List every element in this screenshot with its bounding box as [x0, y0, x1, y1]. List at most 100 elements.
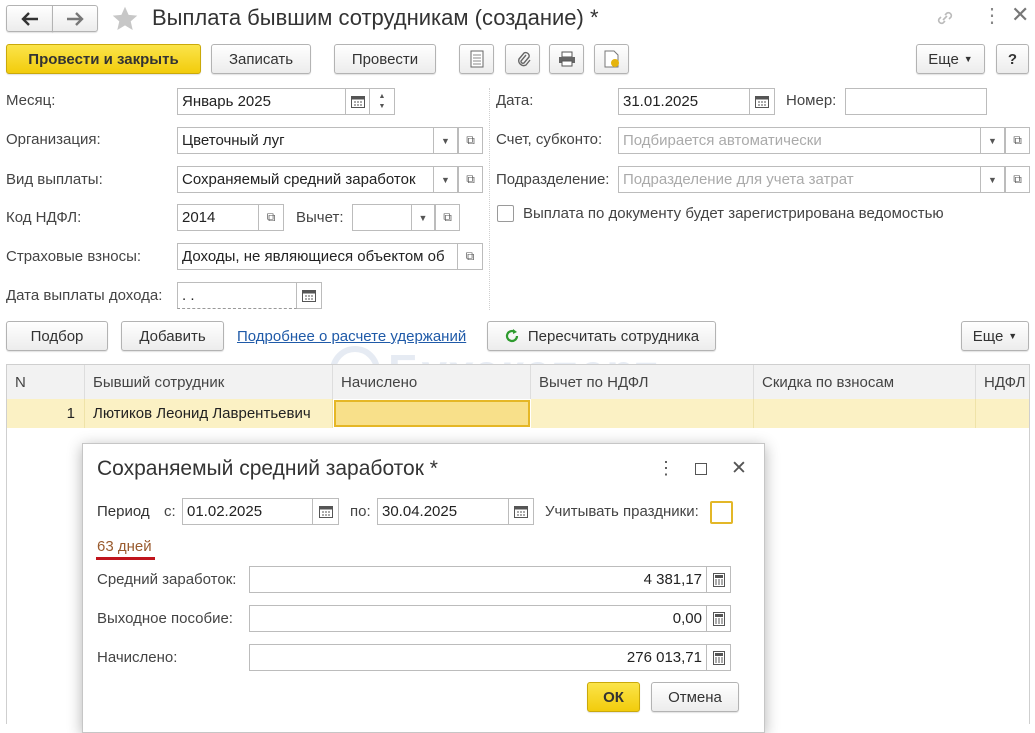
report-button[interactable]: [594, 44, 629, 74]
print-button[interactable]: [549, 44, 584, 74]
days-underline: [96, 557, 155, 560]
journal-icon: [470, 50, 483, 68]
severance-label: Выходное пособие:: [97, 610, 233, 627]
accrued-calculator-button[interactable]: [707, 644, 731, 671]
star-icon[interactable]: [110, 5, 140, 33]
statement-checkbox[interactable]: [497, 205, 514, 222]
account-open-button[interactable]: ⧉: [1005, 127, 1030, 154]
number-field[interactable]: [845, 88, 987, 115]
date-field[interactable]: 31.01.2025: [618, 88, 750, 115]
paydate-field[interactable]: . .: [177, 282, 297, 309]
dept-label: Подразделение:: [496, 171, 610, 188]
maximize-icon[interactable]: [695, 463, 707, 475]
column-divider: [489, 88, 490, 310]
table-row-number[interactable]: 1: [7, 399, 85, 428]
deduction-dropdown-button[interactable]: ▼: [412, 204, 435, 231]
open-form-icon: ⧉: [1013, 133, 1022, 147]
org-dropdown-button[interactable]: ▼: [434, 127, 458, 154]
journal-button[interactable]: [459, 44, 494, 74]
post-button[interactable]: Провести: [334, 44, 436, 74]
ndfl-open-button[interactable]: ⧉: [259, 204, 284, 231]
ndfl-label: Код НДФЛ:: [6, 209, 82, 226]
deduction-field[interactable]: [352, 204, 412, 231]
severance-calculator-button[interactable]: [707, 605, 731, 632]
month-label: Месяц:: [6, 92, 56, 109]
pick-button[interactable]: Подбор: [6, 321, 108, 351]
period-to-label: по:: [350, 503, 371, 520]
paytype-label: Вид выплаты:: [6, 171, 103, 188]
back-button[interactable]: [6, 5, 53, 32]
table-row-discount[interactable]: [754, 399, 976, 428]
insurance-label: Страховые взносы:: [6, 248, 142, 265]
severance-field[interactable]: 0,00: [249, 605, 707, 632]
forward-button[interactable]: [52, 5, 98, 32]
deduction-open-button[interactable]: ⧉: [435, 204, 460, 231]
holidays-checkbox[interactable]: [710, 501, 733, 524]
month-calendar-button[interactable]: [346, 88, 370, 115]
table-row-employee[interactable]: Лютиков Леонид Лаврентьевич: [85, 399, 333, 428]
account-field[interactable]: Подбирается автоматически: [618, 127, 981, 154]
column-header-employee[interactable]: Бывший сотрудник: [85, 365, 333, 399]
period-to-field[interactable]: 30.04.2025: [377, 498, 509, 525]
month-field[interactable]: Январь 2025: [177, 88, 346, 115]
calculator-icon: [712, 611, 725, 626]
window-menu-icon[interactable]: ⋮: [982, 3, 1002, 28]
dialog-menu-icon[interactable]: ⋮: [657, 458, 675, 479]
org-open-button[interactable]: ⧉: [458, 127, 483, 154]
column-header-n[interactable]: N: [7, 365, 85, 399]
open-form-icon: ⧉: [466, 172, 475, 186]
table-more-button[interactable]: Еще ▼: [961, 321, 1029, 351]
more-button[interactable]: Еще ▼: [916, 44, 985, 74]
table-row-deduction[interactable]: [531, 399, 754, 428]
avg-calculator-button[interactable]: [707, 566, 731, 593]
column-header-deduction[interactable]: Вычет по НДФЛ: [531, 365, 754, 399]
add-button[interactable]: Добавить: [121, 321, 224, 351]
dialog-title: Сохраняемый средний заработок *: [97, 457, 438, 480]
period-to-calendar-button[interactable]: [509, 498, 534, 525]
period-from-field[interactable]: 01.02.2025: [182, 498, 313, 525]
post-and-close-button[interactable]: Провести и закрыть: [6, 44, 201, 74]
dialog-close-icon[interactable]: ✕: [731, 457, 747, 480]
avg-earnings-label: Средний заработок:: [97, 571, 237, 588]
paytype-open-button[interactable]: ⧉: [458, 166, 483, 193]
calendar-icon: [302, 290, 316, 302]
insurance-field[interactable]: Доходы, не являющиеся объектом об: [177, 243, 458, 270]
dialog-accrued-field[interactable]: 276 013,71: [249, 644, 707, 671]
holidays-label: Учитывать праздники:: [545, 503, 699, 520]
ok-button[interactable]: ОК: [587, 682, 640, 712]
window-title: Выплата бывшим сотрудникам (создание) *: [152, 5, 599, 30]
column-header-accrued[interactable]: Начислено: [333, 365, 531, 399]
column-header-discount[interactable]: Скидка по взносам: [754, 365, 976, 399]
report-icon: [604, 50, 619, 68]
table-row-accrued[interactable]: [334, 400, 530, 427]
org-label: Организация:: [6, 131, 101, 148]
month-spinner[interactable]: ▲ ▼: [370, 88, 395, 115]
deduction-label: Вычет:: [296, 209, 344, 226]
insurance-open-button[interactable]: ⧉: [458, 243, 483, 270]
ndfl-code-field[interactable]: 2014: [177, 204, 259, 231]
account-dropdown-button[interactable]: ▼: [981, 127, 1005, 154]
org-field[interactable]: Цветочный луг: [177, 127, 434, 154]
dialog-accrued-label: Начислено:: [97, 649, 178, 666]
dept-open-button[interactable]: ⧉: [1005, 166, 1030, 193]
calendar-icon: [755, 96, 769, 108]
attach-button[interactable]: [505, 44, 540, 74]
cancel-button[interactable]: Отмена: [651, 682, 739, 712]
period-from-calendar-button[interactable]: [313, 498, 339, 525]
dept-field[interactable]: Подразделение для учета затрат: [618, 166, 981, 193]
paydate-calendar-button[interactable]: [297, 282, 322, 309]
link-icon[interactable]: [935, 8, 955, 28]
days-count: 63 дней: [97, 538, 152, 555]
help-button[interactable]: ?: [996, 44, 1029, 74]
paytype-field[interactable]: Сохраняемый средний заработок: [177, 166, 434, 193]
paytype-dropdown-button[interactable]: ▼: [434, 166, 458, 193]
open-form-icon: ⧉: [1013, 172, 1022, 186]
calculator-icon: [712, 650, 725, 665]
dept-dropdown-button[interactable]: ▼: [981, 166, 1005, 193]
column-header-ndfl[interactable]: НДФЛ: [976, 365, 1029, 399]
table-row-ndfl[interactable]: [976, 399, 1029, 428]
date-calendar-button[interactable]: [750, 88, 775, 115]
save-button[interactable]: Записать: [211, 44, 311, 74]
close-icon[interactable]: ✕: [1011, 2, 1029, 28]
avg-earnings-field[interactable]: 4 381,17: [249, 566, 707, 593]
